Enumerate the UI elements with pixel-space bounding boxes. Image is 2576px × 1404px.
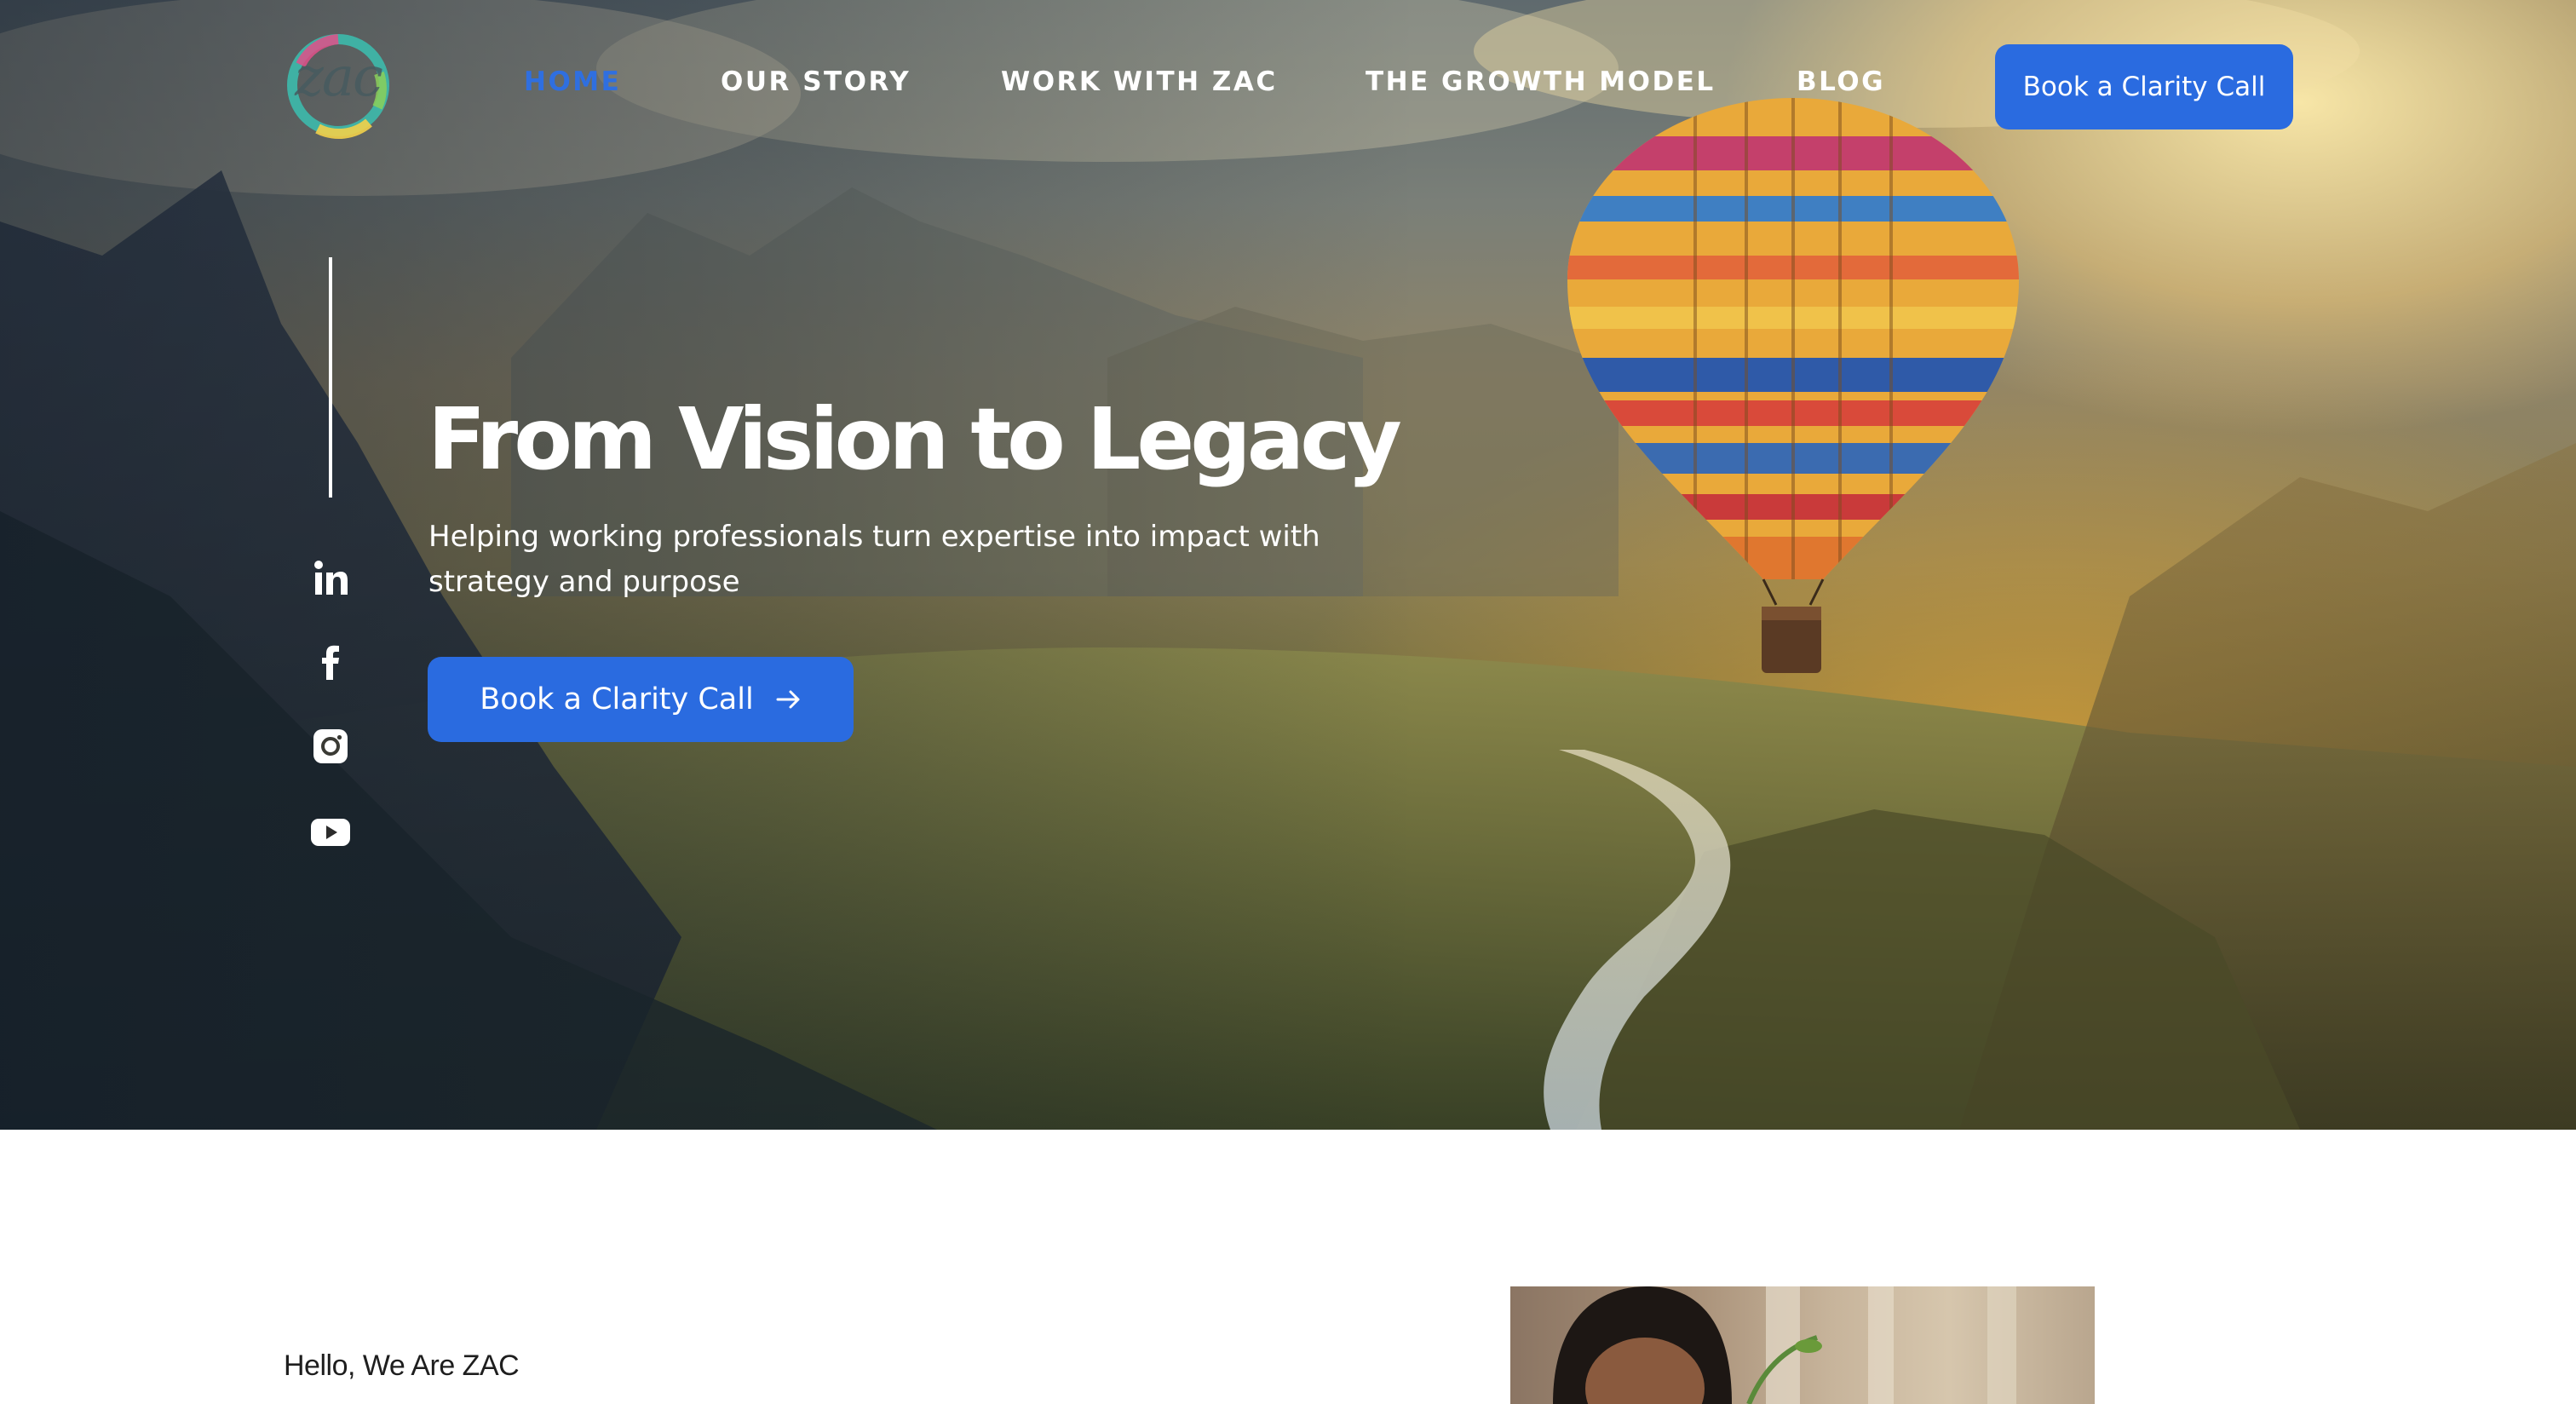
nav-item-home[interactable]: HOME <box>524 66 621 97</box>
facebook-icon[interactable] <box>308 639 353 683</box>
social-divider-line <box>329 257 332 498</box>
arrow-right-icon <box>776 689 802 710</box>
linkedin-glyph-icon <box>314 561 348 595</box>
nav-item-growth-model[interactable]: THE GROWTH MODEL <box>1366 66 1716 97</box>
nav-item-our-story[interactable]: OUR STORY <box>721 66 911 97</box>
nav-book-call-label: Book a Clarity Call <box>2022 72 2266 102</box>
hero-book-call-button[interactable]: Book a Clarity Call <box>428 657 854 742</box>
instagram-icon[interactable] <box>308 724 353 768</box>
linkedin-icon[interactable] <box>308 555 353 600</box>
site-logo[interactable]: zac <box>284 31 393 140</box>
youtube-glyph-icon <box>311 819 350 846</box>
founder-portrait <box>1510 1286 2095 1404</box>
hero-headline: From Vision to Legacy <box>428 389 1402 489</box>
portrait-photo-image <box>1553 1286 2016 1404</box>
nav-item-blog[interactable]: BLOG <box>1797 66 1885 97</box>
hero-subtitle: Helping working professionals turn exper… <box>428 520 1320 599</box>
youtube-icon[interactable] <box>308 809 353 854</box>
logo-text: zac <box>295 46 383 109</box>
intro-greeting: Hello, We Are ZAC <box>284 1349 520 1382</box>
facebook-glyph-icon <box>322 645 339 680</box>
instagram-glyph-icon <box>313 729 348 763</box>
hero-book-call-label: Book a Clarity Call <box>480 682 754 716</box>
nav-item-work-with-zac[interactable]: WORK WITH ZAC <box>1001 66 1278 97</box>
hero-section: zac HOME OUR STORY WORK WITH ZAC THE GRO… <box>0 0 2576 1130</box>
nav-book-call-button[interactable]: Book a Clarity Call <box>1995 44 2293 129</box>
